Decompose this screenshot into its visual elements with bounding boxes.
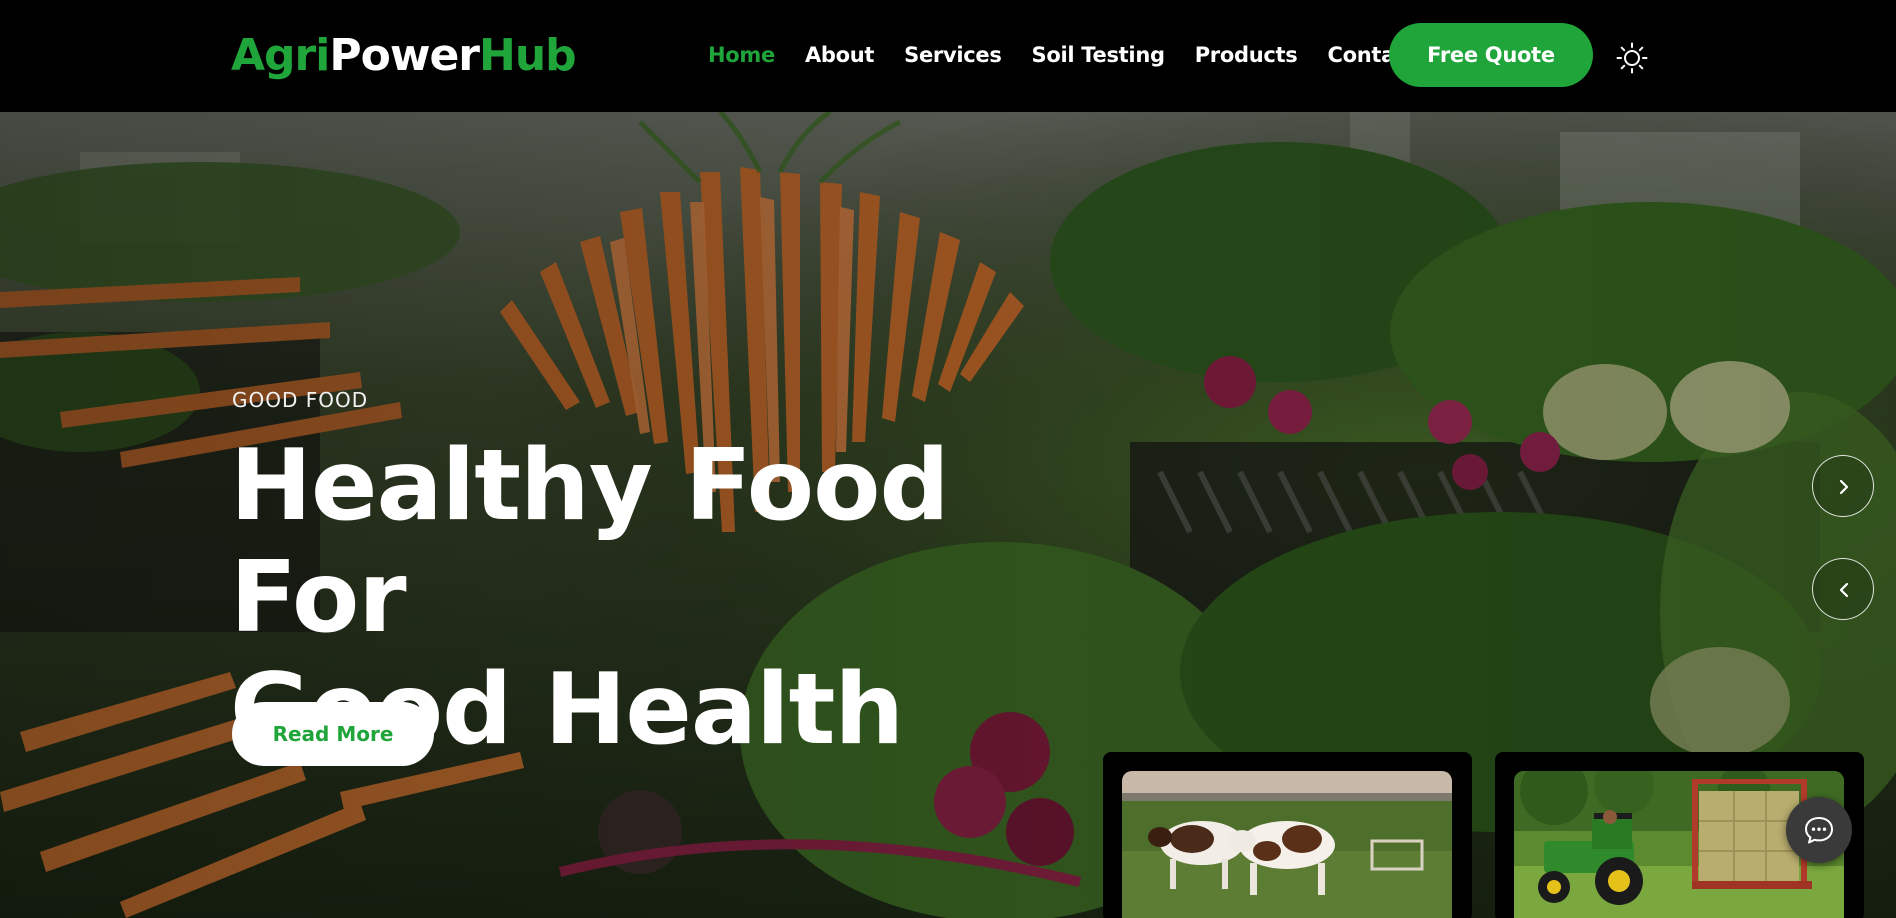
free-quote-button[interactable]: Free Quote: [1389, 23, 1593, 87]
nav-item-soil-testing[interactable]: Soil Testing: [1032, 40, 1165, 70]
chat-button[interactable]: [1786, 797, 1852, 863]
chevron-right-icon: [1839, 479, 1849, 495]
nav-item-home[interactable]: Home: [708, 40, 775, 70]
brand-part-power: Power: [329, 30, 480, 81]
site-header: AgriPowerHub Home About Services Soil Te…: [0, 0, 1896, 112]
nav-item-about[interactable]: About: [805, 40, 875, 70]
sun-icon: [1616, 42, 1648, 74]
next-slide-button[interactable]: [1812, 455, 1874, 517]
brand-logo[interactable]: AgriPowerHub: [231, 30, 577, 82]
theme-toggle-button[interactable]: [1616, 42, 1648, 74]
hero-headline-line1: Healthy Food For: [230, 429, 950, 655]
brand-part-hub: Hub: [479, 30, 577, 81]
hero-eyebrow: GOOD FOOD: [232, 388, 369, 412]
read-more-button[interactable]: Read More: [232, 702, 434, 766]
nav-item-products[interactable]: Products: [1195, 40, 1298, 70]
main-nav: Home About Services Soil Testing Product…: [708, 40, 1447, 70]
cows-in-pasture-image: [1122, 771, 1452, 918]
prev-slide-button[interactable]: [1812, 558, 1874, 620]
nav-item-services[interactable]: Services: [904, 40, 1002, 70]
chevron-left-icon: [1839, 582, 1849, 598]
chat-bubble-icon: [1805, 817, 1833, 844]
thumbnail-card-cows[interactable]: [1103, 752, 1472, 918]
brand-part-agri: Agri: [231, 30, 330, 81]
hero-slider: GOOD FOOD Healthy Food For Good Health R…: [0, 112, 1896, 918]
